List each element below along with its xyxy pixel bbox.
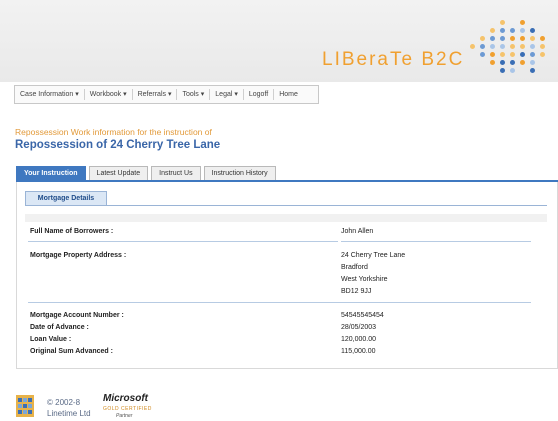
logo-dot xyxy=(520,20,525,25)
nav-tools[interactable]: Tools ▾ xyxy=(177,89,211,100)
address-line-1: 24 Cherry Tree Lane xyxy=(341,252,406,259)
logo-dot xyxy=(490,28,495,33)
logo-dot xyxy=(500,52,505,57)
microsoft-partner: Partner xyxy=(116,413,133,419)
row-band xyxy=(25,214,547,222)
subtab-mortgage-details[interactable]: Mortgage Details xyxy=(25,191,107,206)
borrowers-label: Full Name of Borrowers : xyxy=(30,228,114,235)
app-header: LIBeraTe B2C xyxy=(0,0,558,82)
logo-dot xyxy=(500,28,505,33)
nav-logoff[interactable]: Logoff xyxy=(244,89,275,100)
logo-dot xyxy=(530,60,535,65)
nav-home[interactable]: Home xyxy=(274,89,303,100)
linetime-logo-icon xyxy=(16,395,34,417)
logo-dot xyxy=(520,52,525,57)
original-label: Original Sum Advanced : xyxy=(30,348,113,355)
logo-dot xyxy=(480,44,485,49)
tab-instruction-history[interactable]: Instruction History xyxy=(203,166,276,180)
logo-dot xyxy=(510,44,515,49)
logo-dot xyxy=(490,44,495,49)
instruction-tabs: Your Instruction Latest Update Instruct … xyxy=(16,166,279,180)
logo-dot xyxy=(510,52,515,57)
logo-dot xyxy=(500,60,505,65)
logo-dot xyxy=(540,52,545,57)
logo-dot xyxy=(510,68,515,73)
logo-dot xyxy=(510,28,515,33)
advance-label: Date of Advance : xyxy=(30,324,89,331)
brand-dots-logo xyxy=(470,20,558,80)
logo-dot xyxy=(520,44,525,49)
logo-dot xyxy=(490,60,495,65)
address-line-3: West Yorkshire xyxy=(341,276,388,283)
account-label: Mortgage Account Number : xyxy=(30,312,124,319)
microsoft-logo: Microsoft xyxy=(103,393,148,404)
address-label: Mortgage Property Address : xyxy=(30,252,127,259)
page-subtitle: Repossession Work information for the in… xyxy=(15,127,212,137)
logo-dot xyxy=(490,52,495,57)
main-nav: Case Information ▾ Workbook ▾ Referrals … xyxy=(14,85,319,104)
nav-legal[interactable]: Legal ▾ xyxy=(210,89,244,100)
loan-value: 120,000.00 xyxy=(341,336,377,343)
logo-dot xyxy=(540,36,545,41)
tab-instruct-us[interactable]: Instruct Us xyxy=(151,166,201,180)
tab-your-instruction[interactable]: Your Instruction xyxy=(16,166,86,180)
logo-dot xyxy=(500,20,505,25)
logo-dot xyxy=(500,36,505,41)
separator xyxy=(341,241,531,242)
logo-dot xyxy=(480,52,485,57)
logo-dot xyxy=(530,28,535,33)
address-line-2: Bradford xyxy=(341,264,368,271)
tab-latest-update[interactable]: Latest Update xyxy=(88,166,149,180)
original-value: 115,000.00 xyxy=(341,348,376,355)
separator xyxy=(28,241,338,242)
logo-dot xyxy=(510,36,515,41)
brand-logo-text: LIBeraTe B2C xyxy=(322,49,465,70)
logo-dot xyxy=(520,28,525,33)
microsoft-gold-certified: GOLD CERTIFIED xyxy=(103,406,152,412)
logo-dot xyxy=(530,52,535,57)
logo-dot xyxy=(510,60,515,65)
page-title: Repossession of 24 Cherry Tree Lane xyxy=(15,139,221,151)
nav-case-information[interactable]: Case Information ▾ xyxy=(15,89,85,100)
nav-workbook[interactable]: Workbook ▾ xyxy=(85,89,133,100)
logo-dot xyxy=(530,44,535,49)
logo-dot xyxy=(540,44,545,49)
logo-dot xyxy=(520,60,525,65)
address-line-4: BD12 9JJ xyxy=(341,288,372,295)
footer-copyright: © 2002-8 Linetime Ltd xyxy=(47,398,91,418)
subtab-underline xyxy=(25,205,547,206)
nav-referrals[interactable]: Referrals ▾ xyxy=(133,89,178,100)
loan-label: Loan Value : xyxy=(30,336,72,343)
advance-value: 28/05/2003 xyxy=(341,324,377,331)
logo-dot xyxy=(530,36,535,41)
logo-dot xyxy=(530,68,535,73)
instruction-panel xyxy=(16,182,558,369)
logo-dot xyxy=(500,68,505,73)
account-value: 54545545454 xyxy=(341,312,384,319)
separator xyxy=(28,302,531,303)
logo-dot xyxy=(470,44,475,49)
logo-dot xyxy=(480,36,485,41)
logo-dot xyxy=(500,44,505,49)
borrowers-value: John Allen xyxy=(341,228,374,235)
logo-dot xyxy=(490,36,495,41)
logo-dot xyxy=(520,36,525,41)
